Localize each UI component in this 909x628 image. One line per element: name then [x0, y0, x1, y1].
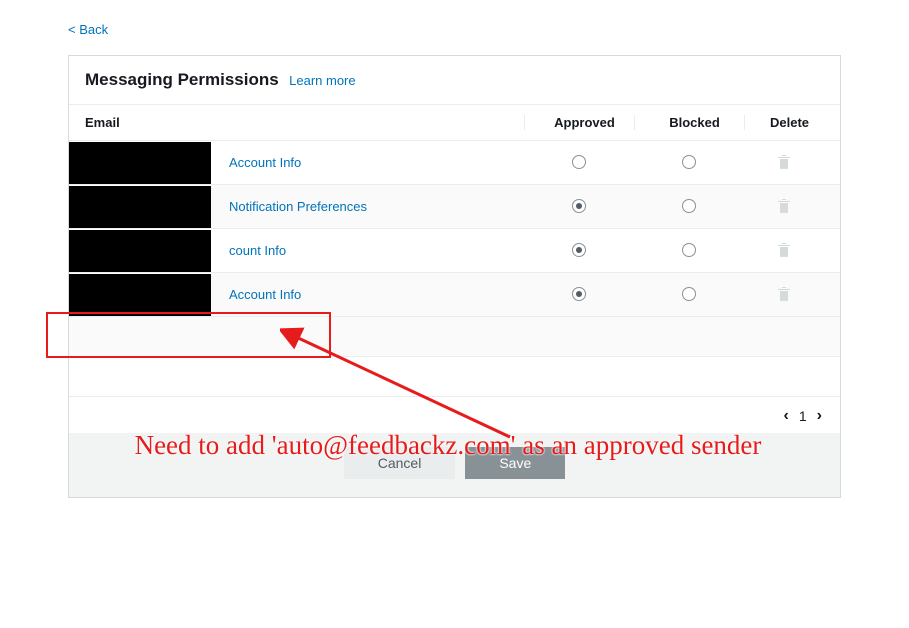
trash-icon[interactable]	[777, 198, 791, 214]
col-header-email: Email	[85, 115, 524, 130]
cell-approved	[524, 242, 634, 260]
panel-title: Messaging Permissions	[85, 70, 279, 89]
redacted-email	[69, 230, 211, 272]
cell-email: Notification Preferences	[85, 186, 524, 228]
trash-icon[interactable]	[777, 154, 791, 170]
cell-blocked	[634, 242, 744, 260]
table-header-row: Email Approved Blocked Delete	[69, 105, 840, 141]
cancel-button[interactable]: Cancel	[344, 447, 456, 479]
cell-email: Account Info	[85, 142, 524, 184]
messaging-permissions-panel: Messaging Permissions Learn more Email A…	[68, 55, 841, 498]
email-action-link[interactable]: Account Info	[229, 155, 301, 170]
email-action-link[interactable]: count Info	[229, 243, 286, 258]
blocked-radio[interactable]	[682, 243, 696, 257]
table-row: Notification Preferences	[69, 185, 840, 229]
spacer-row	[69, 357, 840, 397]
cell-blocked	[634, 286, 744, 304]
cell-email: Account Info	[85, 274, 524, 316]
trash-icon[interactable]	[777, 242, 791, 258]
email-action-link[interactable]: Account Info	[229, 287, 301, 302]
back-link[interactable]: < Back	[68, 22, 108, 37]
table-row: Account Info	[69, 273, 840, 317]
redacted-email	[69, 274, 211, 316]
trash-icon[interactable]	[777, 286, 791, 302]
cell-delete	[744, 198, 824, 216]
approved-radio[interactable]	[572, 155, 586, 169]
table-row: Account Info	[69, 141, 840, 185]
footer-buttons: Cancel Save	[69, 433, 840, 497]
approved-radio[interactable]	[572, 199, 586, 213]
approved-radio[interactable]	[572, 243, 586, 257]
page-prev-button[interactable]: ‹	[784, 407, 789, 425]
redacted-email	[69, 142, 211, 184]
pagination: ‹ 1 ›	[69, 397, 840, 425]
cell-delete	[744, 242, 824, 260]
empty-input-row[interactable]	[69, 317, 840, 357]
cell-approved	[524, 198, 634, 216]
cell-blocked	[634, 154, 744, 172]
page-number: 1	[799, 408, 807, 424]
panel-header: Messaging Permissions Learn more	[69, 56, 840, 105]
blocked-radio[interactable]	[682, 199, 696, 213]
cell-delete	[744, 154, 824, 172]
save-button[interactable]: Save	[465, 447, 565, 479]
cell-approved	[524, 286, 634, 304]
blocked-radio[interactable]	[682, 155, 696, 169]
col-header-approved: Approved	[524, 115, 634, 130]
cell-email: count Info	[85, 230, 524, 272]
learn-more-link[interactable]: Learn more	[289, 73, 355, 88]
email-action-link[interactable]: Notification Preferences	[229, 199, 367, 214]
blocked-radio[interactable]	[682, 287, 696, 301]
approved-radio[interactable]	[572, 287, 586, 301]
col-header-blocked: Blocked	[634, 115, 744, 130]
cell-approved	[524, 154, 634, 172]
cell-blocked	[634, 198, 744, 216]
redacted-email	[69, 186, 211, 228]
col-header-delete: Delete	[744, 115, 824, 130]
table-row: count Info	[69, 229, 840, 273]
cell-delete	[744, 286, 824, 304]
page-next-button[interactable]: ›	[817, 407, 822, 425]
